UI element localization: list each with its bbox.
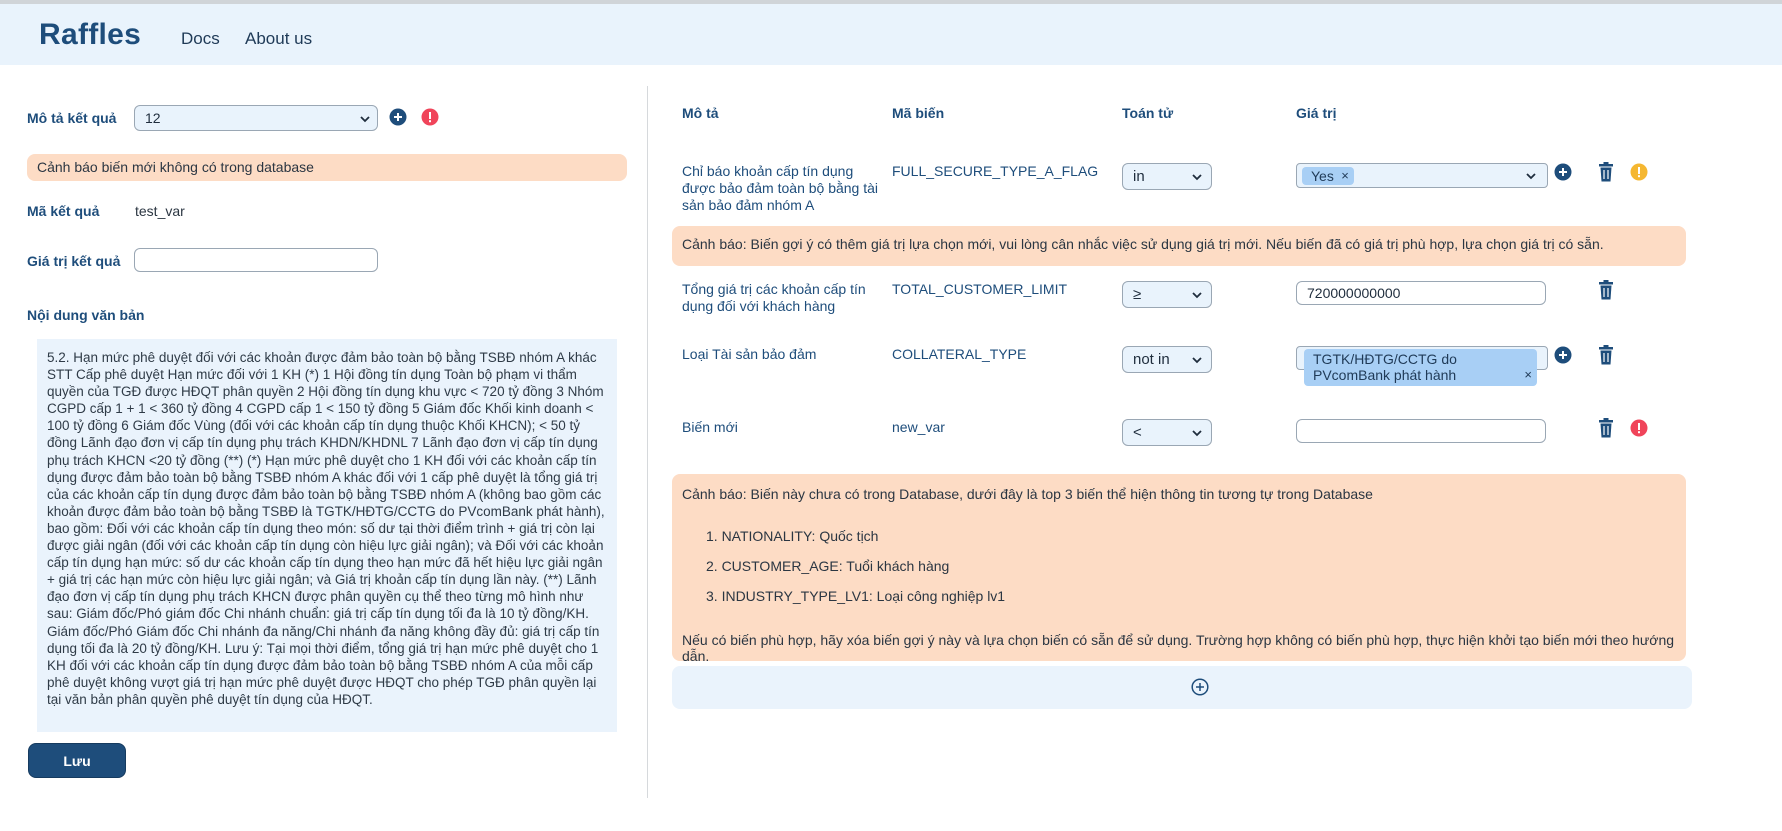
value-tag: TGTK/HĐTG/CCTG do PVcomBank phát hành × bbox=[1304, 349, 1537, 386]
value-multiselect[interactable]: TGTK/HĐTG/CCTG do PVcomBank phát hành × bbox=[1296, 346, 1548, 386]
doc-content-label: Nội dung văn bản bbox=[27, 307, 145, 323]
row-desc: Tổng giá trị các khoản cấp tín dụng đối … bbox=[682, 281, 866, 314]
result-desc-select-value: 12 bbox=[145, 110, 161, 126]
col-header-value: Giá trị bbox=[1296, 105, 1337, 121]
operator-value: not in bbox=[1133, 351, 1170, 368]
suggestion-item: 1. NATIONALITY: Quốc tịch bbox=[706, 528, 879, 544]
chevron-down-icon bbox=[1191, 427, 1203, 439]
plus-circle-icon bbox=[1191, 678, 1209, 696]
new-var-warning: Cảnh báo biến mới không có trong databas… bbox=[27, 154, 627, 181]
trash-icon[interactable] bbox=[1598, 280, 1614, 300]
nav-docs[interactable]: Docs bbox=[181, 29, 220, 49]
warning-outro: Nếu có biến phù hợp, hãy xóa biến gợi ý … bbox=[682, 632, 1675, 664]
chevron-down-icon bbox=[1191, 354, 1203, 366]
warning-circle-icon bbox=[1630, 163, 1648, 181]
value-input[interactable] bbox=[1296, 419, 1546, 443]
row-desc: Chỉ báo khoản cấp tín dụng được bảo đảm … bbox=[682, 163, 879, 213]
x-icon[interactable]: × bbox=[1341, 168, 1349, 183]
trash-icon[interactable] bbox=[1598, 345, 1614, 365]
operator-select[interactable]: ≥ bbox=[1122, 281, 1212, 308]
nav-about[interactable]: About us bbox=[245, 29, 312, 49]
new-value-warning: Cảnh báo: Biến gợi ý có thêm giá trị lựa… bbox=[672, 226, 1686, 266]
new-var-warning-text: Cảnh báo biến mới không có trong databas… bbox=[37, 159, 314, 175]
save-button[interactable]: Lưu bbox=[28, 743, 126, 778]
chevron-down-icon bbox=[1191, 289, 1203, 301]
x-icon[interactable]: × bbox=[1524, 367, 1532, 383]
new-value-warning-text: Cảnh báo: Biến gợi ý có thêm giá trị lựa… bbox=[682, 236, 1604, 252]
value-tag-label: TGTK/HĐTG/CCTG do PVcomBank phát hành bbox=[1313, 351, 1457, 383]
add-result-icon[interactable] bbox=[389, 108, 407, 126]
suggestion-item: 2. CUSTOMER_AGE: Tuổi khách hàng bbox=[706, 558, 950, 574]
error-circle-icon bbox=[1630, 419, 1648, 437]
col-header-operator: Toán tử bbox=[1122, 105, 1174, 121]
add-value-icon[interactable] bbox=[1554, 346, 1572, 364]
result-value-label: Giá trị kết quả bbox=[27, 253, 121, 269]
row-desc: Loại Tài sản bảo đảm bbox=[682, 346, 817, 362]
row-code: TOTAL_CUSTOMER_LIMIT bbox=[892, 281, 1068, 297]
suggestion-item: 3. INDUSTRY_TYPE_LV1: Loại công nghiệp l… bbox=[706, 588, 1006, 604]
add-row-button[interactable] bbox=[672, 666, 1692, 709]
operator-value: in bbox=[1133, 168, 1145, 185]
error-circle-icon bbox=[421, 108, 439, 126]
result-desc-select[interactable]: 12 bbox=[134, 105, 378, 131]
column-divider bbox=[647, 86, 648, 798]
add-value-icon[interactable] bbox=[1554, 163, 1572, 181]
trash-icon[interactable] bbox=[1598, 418, 1614, 438]
result-code-value: test_var bbox=[135, 203, 185, 219]
brand-logo[interactable]: Raffles bbox=[39, 18, 141, 52]
new-var-db-warning: Cảnh báo: Biến này chưa có trong Databas… bbox=[672, 474, 1686, 664]
operator-value: ≥ bbox=[1133, 286, 1142, 303]
row-desc: Biến mới bbox=[682, 419, 738, 435]
operator-select[interactable]: in bbox=[1122, 163, 1212, 190]
top-navbar: Raffles Docs About us bbox=[0, 4, 1782, 65]
chevron-down-icon bbox=[1191, 171, 1203, 183]
doc-content-text[interactable]: 5.2. Hạn mức phê duyệt đối với các khoản… bbox=[37, 339, 617, 732]
value-input[interactable] bbox=[1296, 281, 1546, 305]
col-header-code: Mã biến bbox=[892, 105, 945, 121]
row-code: new_var bbox=[892, 419, 945, 435]
operator-select[interactable]: not in bbox=[1122, 346, 1212, 373]
row-code: COLLATERAL_TYPE bbox=[892, 346, 1027, 362]
col-header-desc: Mô tả bbox=[682, 105, 719, 121]
operator-value: < bbox=[1133, 424, 1142, 441]
result-desc-label: Mô tả kết quả bbox=[27, 110, 117, 126]
operator-select[interactable]: < bbox=[1122, 419, 1212, 446]
result-code-label: Mã kết quả bbox=[27, 203, 100, 219]
result-value-input[interactable] bbox=[134, 248, 378, 272]
chevron-down-icon[interactable] bbox=[1525, 170, 1537, 182]
value-multiselect[interactable]: Yes × bbox=[1296, 163, 1548, 188]
chevron-down-icon bbox=[359, 113, 371, 125]
value-tag: Yes × bbox=[1302, 167, 1354, 185]
row-code: FULL_SECURE_TYPE_A_FLAG bbox=[892, 163, 1099, 179]
warning-intro: Cảnh báo: Biến này chưa có trong Databas… bbox=[682, 486, 1373, 502]
value-tag-label: Yes bbox=[1311, 168, 1334, 184]
trash-icon[interactable] bbox=[1598, 162, 1614, 182]
